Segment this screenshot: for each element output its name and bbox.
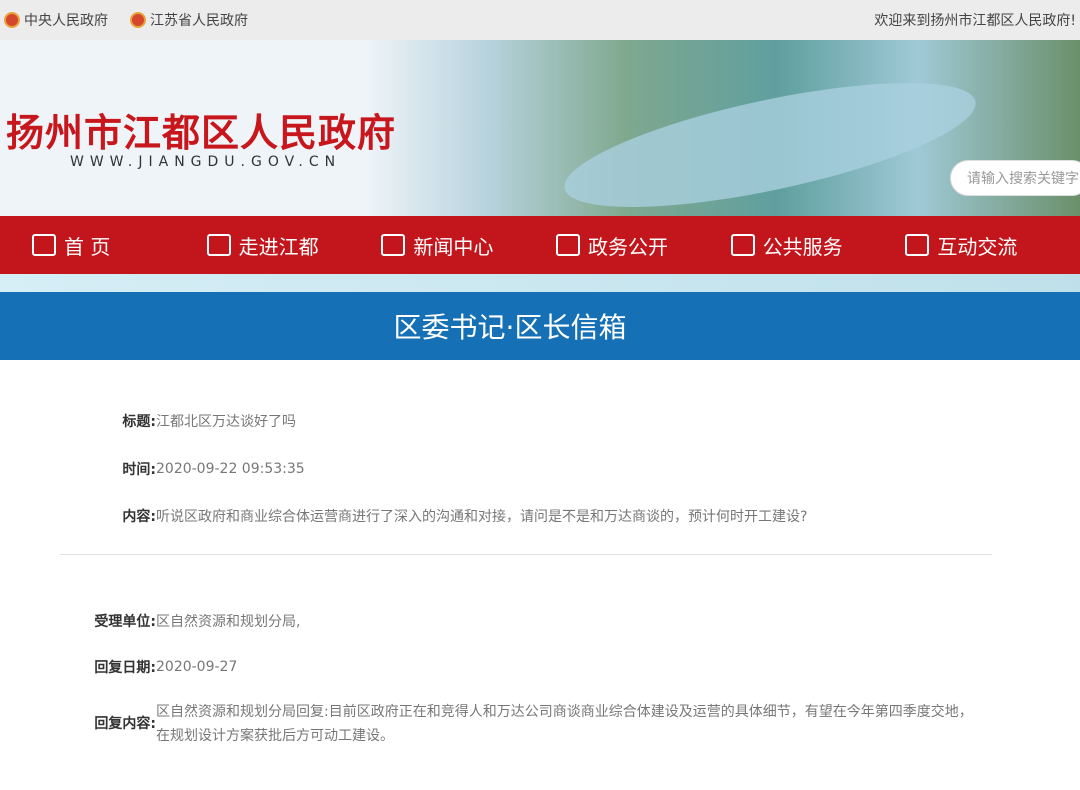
reply-content: 区自然资源和规划分局回复:目前区政府正在和竞得人和万达公司商谈商业综合体建设及运… [156, 700, 986, 748]
document-icon [556, 234, 580, 256]
home-icon [32, 234, 56, 256]
national-emblem-icon [130, 12, 146, 28]
search-input[interactable]: 请输入搜索关键字 [950, 160, 1080, 196]
field-label: 回复内容: [46, 712, 156, 736]
letter-title: 江都北区万达谈好了吗 [156, 411, 296, 431]
chat-icon [905, 234, 929, 256]
nav-home[interactable]: 首 页 [32, 231, 207, 260]
newspaper-icon [381, 234, 405, 256]
nav-government-affairs[interactable]: 政务公开 [556, 231, 731, 260]
page-title: 区委书记·区长信箱 [0, 292, 1080, 360]
letter-time-row: 时间:2020-09-22 09:53:35 [46, 459, 305, 479]
nav-label: 新闻中心 [413, 231, 493, 260]
reply-date: 2020-09-27 [156, 659, 237, 675]
letter-content: 听说区政府和商业综合体运营商进行了深入的沟通和对接，请问是不是和万达商谈的，预计… [156, 506, 807, 526]
nav-about-jiangdu[interactable]: 走进江都 [207, 231, 382, 260]
link-label: 江苏省人民政府 [150, 10, 248, 30]
field-label: 内容: [46, 506, 156, 526]
header-banner: 扬州市江都区人民政府 WWW.JIANGDU.GOV.CN 请输入搜索关键字 [0, 40, 1080, 216]
decorative-strip [0, 274, 1080, 292]
letter-content-row: 内容:听说区政府和商业综合体运营商进行了深入的沟通和对接，请问是不是和万达商谈的… [46, 506, 807, 526]
briefcase-icon [731, 234, 755, 256]
link-central-government[interactable]: 中央人民政府 [4, 10, 108, 30]
site-title[interactable]: 扬州市江都区人民政府 [6, 102, 396, 157]
nav-label: 互动交流 [937, 231, 1017, 260]
link-jiangsu-government[interactable]: 江苏省人民政府 [130, 10, 248, 30]
divider [60, 554, 992, 555]
nav-label: 公共服务 [763, 231, 843, 260]
nav-interaction[interactable]: 互动交流 [905, 231, 1080, 260]
banner-image [555, 57, 985, 216]
field-label: 标题: [46, 411, 156, 431]
nav-label: 政务公开 [588, 231, 668, 260]
nav-label: 走进江都 [239, 231, 319, 260]
reply-unit-row: 受理单位:区自然资源和规划分局, [46, 611, 300, 631]
main-nav: 首 页 走进江都 新闻中心 政务公开 公共服务 互动交流 [0, 216, 1080, 274]
top-bar: 中央人民政府 江苏省人民政府 欢迎来到扬州市江都区人民政府! [0, 0, 1080, 40]
letter-time: 2020-09-22 09:53:35 [156, 461, 305, 477]
reply-unit: 区自然资源和规划分局, [156, 611, 300, 631]
nav-label: 首 页 [64, 231, 110, 260]
link-label: 中央人民政府 [24, 10, 108, 30]
nav-public-services[interactable]: 公共服务 [731, 231, 906, 260]
letter-title-row: 标题:江都北区万达谈好了吗 [46, 411, 296, 431]
site-url: WWW.JIANGDU.GOV.CN [70, 154, 341, 170]
nav-news-center[interactable]: 新闻中心 [381, 231, 556, 260]
welcome-text: 欢迎来到扬州市江都区人民政府! [874, 10, 1076, 30]
reply-content-row: 回复内容:区自然资源和规划分局回复:目前区政府正在和竞得人和万达公司商谈商业综合… [46, 700, 1006, 748]
field-label: 时间: [46, 459, 156, 479]
field-label: 回复日期: [46, 657, 156, 677]
check-box-icon [207, 234, 231, 256]
national-emblem-icon [4, 12, 20, 28]
reply-date-row: 回复日期:2020-09-27 [46, 657, 237, 677]
field-label: 受理单位: [46, 611, 156, 631]
